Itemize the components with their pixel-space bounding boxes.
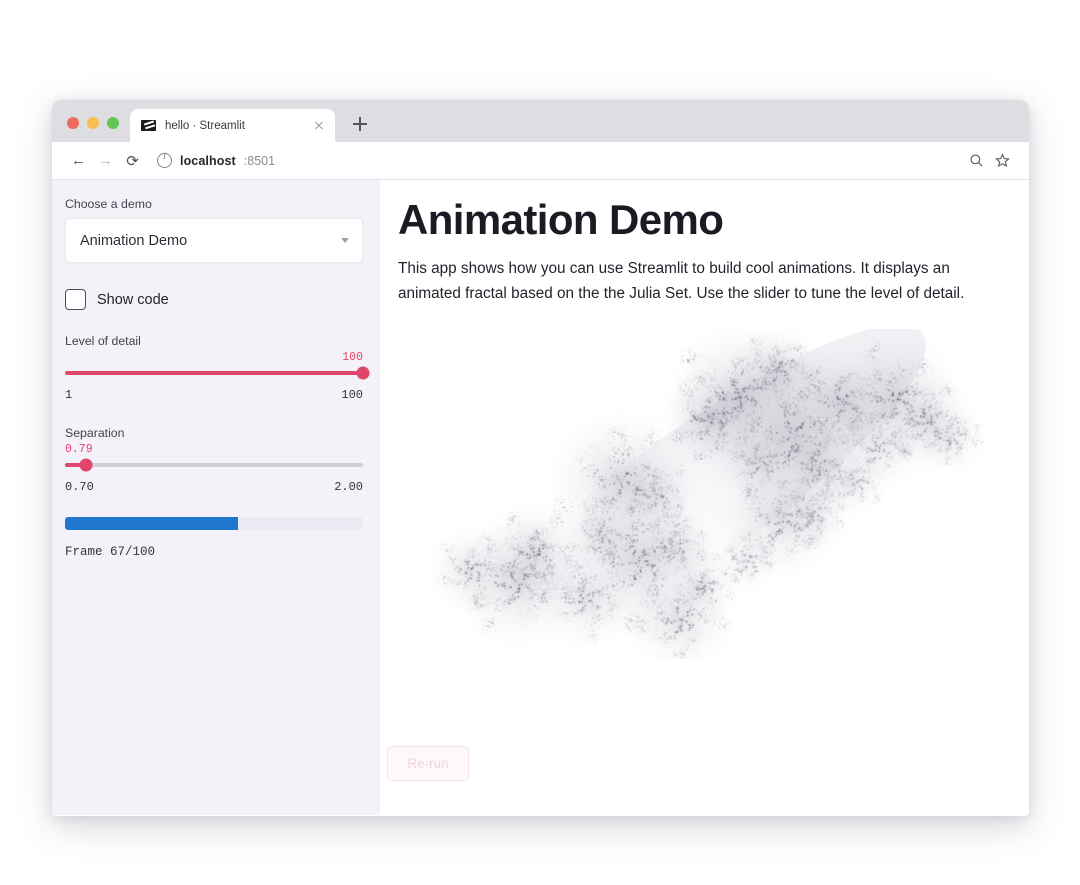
- streamlit-favicon-icon: [141, 120, 156, 131]
- new-tab-button[interactable]: [346, 110, 374, 138]
- close-window-button[interactable]: [67, 117, 79, 129]
- progress-bar: [65, 517, 363, 530]
- minimize-window-button[interactable]: [87, 117, 99, 129]
- page-title: Animation Demo: [398, 196, 724, 243]
- reload-icon[interactable]: ⟳: [119, 147, 146, 174]
- browser-window: hello · Streamlit ← → ⟳ localhost :8501 C…: [52, 100, 1029, 816]
- url-port: :8501: [243, 153, 276, 168]
- show-code-checkbox[interactable]: [65, 289, 86, 310]
- demo-select[interactable]: Animation Demo: [65, 218, 363, 263]
- julia-set-fractal-image: [398, 328, 998, 659]
- frame-counter-text: Frame 67/100: [65, 545, 156, 559]
- slider-min-label: 1: [65, 388, 73, 402]
- slider-range-labels: 1 100: [65, 388, 363, 402]
- browser-tab-strip: hello · Streamlit: [52, 100, 1029, 142]
- sidebar: Choose a demo Animation Demo Show code L…: [52, 180, 380, 815]
- demo-select-value: Animation Demo: [80, 232, 188, 249]
- address-bar[interactable]: localhost :8501: [157, 152, 963, 168]
- chevron-down-icon: [341, 238, 349, 243]
- progress-block: Frame 67/100: [65, 517, 363, 559]
- site-info-icon[interactable]: [157, 152, 172, 168]
- demo-select-label: Choose a demo: [65, 197, 152, 211]
- slider-thumb[interactable]: [356, 366, 370, 380]
- browser-toolbar: ← → ⟳ localhost :8501: [52, 142, 1029, 180]
- slider-level-of-detail: Level of detail 100 1 100: [65, 334, 370, 402]
- slider-thumb[interactable]: [79, 458, 93, 472]
- slider-max-label: 100: [341, 388, 363, 402]
- slider-title: Level of detail: [65, 334, 141, 348]
- slider-current-value: 0.79: [65, 443, 93, 456]
- slider-track-area[interactable]: [65, 457, 363, 473]
- slider-current-value: 100: [342, 351, 363, 364]
- rerun-button[interactable]: Re-run: [387, 746, 469, 781]
- slider-track: [65, 366, 370, 380]
- slider-fill: [65, 371, 363, 375]
- search-icon[interactable]: [963, 148, 989, 174]
- close-tab-icon[interactable]: [311, 118, 326, 133]
- browser-tab[interactable]: hello · Streamlit: [130, 109, 335, 142]
- tab-title: hello · Streamlit: [165, 119, 245, 132]
- slider-range-labels: 0.70 2.00: [65, 480, 363, 494]
- show-code-label: Show code: [97, 291, 169, 308]
- show-code-checkbox-row[interactable]: Show code: [65, 289, 363, 310]
- window-traffic-lights: [52, 117, 130, 142]
- url-host: localhost: [180, 153, 236, 168]
- slider-min-label: 0.70: [65, 480, 94, 494]
- fractal-area: [398, 328, 998, 659]
- page-description: This app shows how you can use Streamlit…: [398, 260, 965, 302]
- slider-track: [65, 458, 363, 472]
- slider-max-label: 2.00: [334, 480, 363, 494]
- back-icon[interactable]: ←: [65, 147, 92, 174]
- forward-icon[interactable]: →: [92, 147, 119, 174]
- slider-track-area[interactable]: [65, 365, 370, 381]
- main-content: Animation Demo This app shows how you ca…: [380, 180, 1029, 815]
- slider-separation: Separation 0.79 0.70 2.00: [65, 426, 363, 494]
- maximize-window-button[interactable]: [107, 117, 119, 129]
- app-body: Choose a demo Animation Demo Show code L…: [52, 180, 1029, 815]
- slider-title: Separation: [65, 426, 125, 440]
- progress-bar-fill: [65, 517, 238, 530]
- bookmark-star-icon[interactable]: [989, 148, 1015, 174]
